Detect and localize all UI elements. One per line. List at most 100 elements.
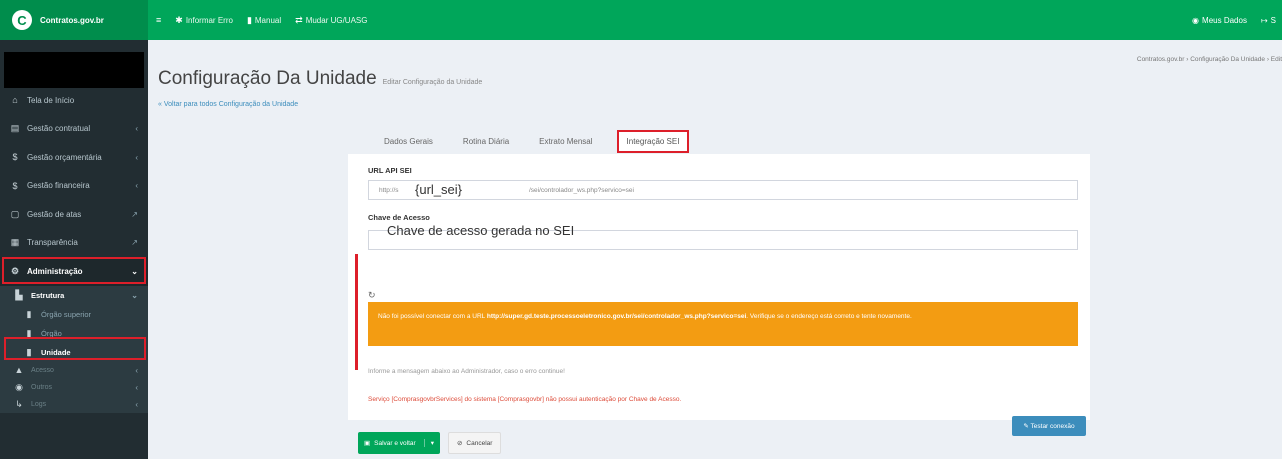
cancel-button[interactable]: ⊘ Cancelar [447, 432, 502, 454]
sidebar-item-others[interactable]: ◉ Outros ‹ [0, 379, 148, 396]
sidebar-item-label: Gestão orçamentária [27, 152, 102, 162]
top-menu: ≡ ✱ Informar Erro ▮ Manual ⇄ Mudar UG/UA… [148, 15, 367, 26]
access-key-value: Chave de acesso gerada no SEI [387, 223, 575, 238]
bookmark-icon: ▮ [26, 327, 32, 338]
chevron-left-icon: ‹ [135, 399, 138, 409]
building-icon: ▙ [15, 289, 23, 300]
url-input[interactable]: http://s {url_sei} /sei/controlador_ws.p… [368, 180, 1078, 200]
info-message: Informe a mensagem abaixo ao Administrad… [368, 368, 565, 375]
user-icon: ◉ [1192, 15, 1200, 25]
tab-monthly-statement[interactable]: Extrato Mensal [533, 131, 598, 152]
sidebar-item-label: Órgão superior [41, 309, 92, 319]
logout-label: S [1270, 15, 1276, 25]
bug-icon: ✱ [175, 14, 183, 25]
sidebar-item-logs[interactable]: ↳ Logs ‹ [0, 396, 148, 413]
form-actions: ▣ Salvar e voltar ▾ ⊘ Cancelar [358, 432, 502, 454]
chevron-left-icon: ‹ [135, 382, 138, 392]
chevron-left-icon: ‹ [135, 124, 138, 134]
dashboard-icon: ▦ [10, 237, 20, 248]
top-navbar: C Contratos.gov.br ≡ ✱ Informar Erro ▮ M… [0, 0, 1282, 40]
error-message: Serviço [ComprasgovbrServices] do sistem… [368, 396, 682, 403]
sidebar-item-label: Gestão de atas [27, 209, 82, 219]
tab-daily-routine[interactable]: Rotina Diária [457, 131, 515, 152]
sidebar-item-label: Tela de Início [27, 95, 75, 105]
external-link-icon: ↗ [131, 209, 138, 219]
structure-submenu: ▮ Órgão superior ▮ Órgão ▮ Unidade [0, 305, 148, 362]
report-error-label: Informar Erro [185, 15, 233, 25]
sidebar-item-label: Acesso [31, 366, 54, 374]
brand-name: Contratos.gov.br [40, 15, 104, 25]
brand[interactable]: C Contratos.gov.br [0, 0, 148, 40]
dollar-icon: $ [12, 152, 18, 163]
gear-icon: ◉ [15, 381, 23, 392]
administration-other-items: ▲ Acesso ‹ ◉ Outros ‹ ↳ Logs ‹ [0, 362, 148, 413]
sidebar-item-administration[interactable]: ⚙ Administração ⌄ [0, 257, 148, 286]
sidebar-item-organ[interactable]: ▮ Órgão [0, 324, 148, 343]
chevron-down-icon[interactable]: ▾ [423, 439, 434, 447]
dollar-icon: $ [12, 180, 18, 191]
my-data-link[interactable]: ◉ Meus Dados [1192, 16, 1247, 25]
sidebar-item-label: Gestão contratual [27, 124, 91, 134]
access-key-label: Chave de Acesso [368, 213, 430, 222]
manual-link[interactable]: ▮ Manual [247, 15, 281, 26]
user-icon: ▲ [14, 365, 24, 375]
administration-submenu: ▙ Estrutura ⌄ ▮ Órgão superior ▮ Órgão ▮… [0, 285, 148, 413]
change-unit-link[interactable]: ⇄ Mudar UG/UASG [295, 15, 367, 26]
sidebar-item-budget-management[interactable]: $ Gestão orçamentária ‹ [0, 143, 148, 172]
sidebar-item-label: Transparência [27, 238, 78, 248]
save-label: Salvar e voltar [374, 439, 416, 447]
warning-tail: . Verifique se o endereço está correto e… [746, 313, 912, 320]
top-right-menu: ◉ Meus Dados ↦ S [1192, 16, 1282, 25]
sidebar-item-transparency[interactable]: ▦ Transparência ↗ [0, 229, 148, 258]
sidebar-item-superior-organ[interactable]: ▮ Órgão superior [0, 305, 148, 324]
access-key-input[interactable]: Chave de acesso gerada no SEI [368, 223, 1078, 250]
tab-bar: Dados Gerais Rotina Diária Extrato Mensa… [378, 130, 690, 153]
log-icon: ↳ [15, 398, 23, 409]
main-content: Contratos.gov.br › Configuração Da Unida… [148, 40, 1282, 459]
sidebar-menu: ⌂ Tela de Início ▤ Gestão contratual ‹ $… [0, 86, 148, 413]
sidebar-item-structure[interactable]: ▙ Estrutura ⌄ [0, 286, 148, 305]
sidebar-item-financial-management[interactable]: $ Gestão financeira ‹ [0, 172, 148, 201]
sidebar-item-label: Logs [31, 400, 47, 408]
logout-link[interactable]: ↦ S [1261, 16, 1276, 25]
chevron-down-icon: ⌄ [131, 266, 138, 276]
tab-sei-integration[interactable]: Integração SEI [616, 130, 690, 153]
page-title: Configuração Da Unidade Editar Configuraç… [158, 68, 482, 90]
sidebar-item-access[interactable]: ▲ Acesso ‹ [0, 362, 148, 379]
sidebar-item-unit[interactable]: ▮ Unidade [0, 343, 148, 362]
form-panel: URL API SEI http://s {url_sei} /sei/cont… [348, 154, 1090, 436]
chevron-left-icon: ‹ [135, 152, 138, 162]
chevron-down-icon: ⌄ [131, 290, 138, 300]
tab-general-data[interactable]: Dados Gerais [378, 131, 439, 152]
breadcrumb[interactable]: Contratos.gov.br › Configuração Da Unida… [1137, 56, 1282, 63]
bookmark-icon: ▮ [26, 346, 32, 357]
sidebar-item-label: Outros [31, 383, 53, 391]
file-icon: ▤ [10, 123, 20, 134]
external-link-icon: ↗ [131, 238, 138, 248]
page-subtitle: Editar Configuração da Unidade [382, 79, 483, 86]
sidebar-item-home[interactable]: ⌂ Tela de Início [0, 86, 148, 115]
back-link[interactable]: « Voltar para todos Configuração da Unid… [158, 101, 298, 108]
book-icon: ▮ [246, 14, 252, 25]
home-icon: ⌂ [12, 95, 18, 106]
chevron-left-icon: ‹ [135, 181, 138, 191]
warning-text: Não foi possível conectar com a URL [378, 313, 486, 320]
save-icon: ▣ [364, 440, 371, 447]
sidebar-item-price-records[interactable]: ▢ Gestão de atas ↗ [0, 200, 148, 229]
menu-icon: ≡ [156, 15, 162, 25]
exchange-icon: ⇄ [295, 14, 303, 25]
change-unit-label: Mudar UG/UASG [305, 15, 368, 25]
cancel-icon: ⊘ [456, 440, 463, 447]
sidebar-item-label: Administração [27, 266, 83, 276]
user-panel-redacted [4, 52, 144, 88]
test-connection-button[interactable]: ✎ Testar conexão [1012, 416, 1086, 436]
page-title-text: Configuração Da Unidade [158, 68, 377, 89]
sidebar-item-label: Gestão financeira [27, 181, 90, 191]
url-prefix: http://s [379, 187, 399, 194]
save-and-return-button[interactable]: ▣ Salvar e voltar ▾ [358, 432, 440, 454]
report-error-link[interactable]: ✱ Informar Erro [175, 15, 233, 26]
sidebar-item-label: Estrutura [31, 290, 65, 300]
sidebar-item-contract-management[interactable]: ▤ Gestão contratual ‹ [0, 115, 148, 144]
sidebar-item-label: Órgão [41, 328, 62, 338]
sidebar-toggle-button[interactable]: ≡ [156, 15, 161, 25]
